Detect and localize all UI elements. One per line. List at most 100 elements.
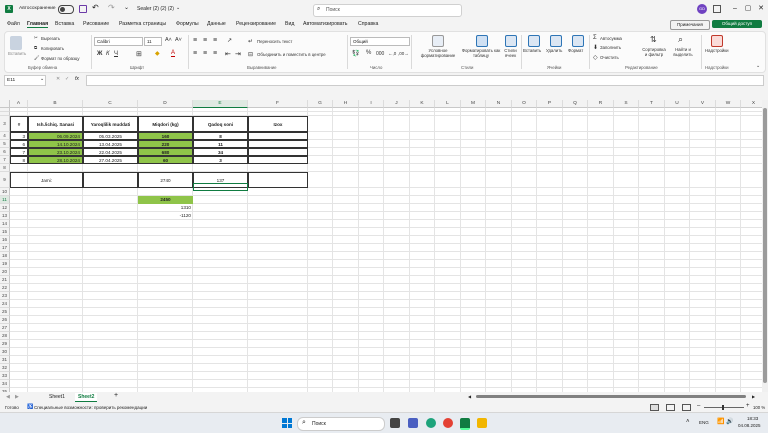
row-header-24[interactable]: 24 <box>0 300 10 308</box>
table-cell[interactable]: 8 <box>10 156 28 164</box>
table-cell[interactable] <box>248 132 308 140</box>
merge-center-button[interactable]: Объединить и поместить в центре <box>257 52 326 57</box>
row-header-26[interactable]: 26 <box>0 316 10 324</box>
column-header-i[interactable]: I <box>359 100 384 108</box>
row-header-16[interactable]: 16 <box>0 236 10 244</box>
autosave-toggle[interactable] <box>58 5 74 14</box>
format-painter-button[interactable]: Формат по образцу <box>41 56 80 61</box>
autosum-button[interactable]: Автосумма <box>600 36 622 41</box>
clock-date[interactable]: 04.08.2025 <box>738 423 761 428</box>
table-cell[interactable]: 6 <box>10 140 28 148</box>
confirm-entry-icon[interactable]: ✓ <box>65 76 69 82</box>
column-header-x[interactable]: X <box>741 100 762 108</box>
maximize-icon[interactable]: ▢ <box>741 4 755 14</box>
column-header-k[interactable]: K <box>410 100 435 108</box>
normal-view-icon[interactable] <box>650 404 659 411</box>
row-header-14[interactable]: 14 <box>0 220 10 228</box>
table-header-cell[interactable]: Ish./ichiq. Sanasi <box>28 116 83 132</box>
row-header-10[interactable]: 10 <box>0 188 10 196</box>
total-note-cell[interactable] <box>248 172 308 188</box>
table-cell[interactable]: 160 <box>138 132 193 140</box>
save-icon[interactable] <box>79 5 87 13</box>
select-all-corner[interactable] <box>0 100 10 108</box>
align-top-icon[interactable]: ≡ <box>193 37 197 44</box>
table-cell[interactable]: 8 <box>193 132 248 140</box>
insert-function-icon[interactable]: fx <box>75 76 79 82</box>
cancel-entry-icon[interactable]: ✕ <box>56 76 60 82</box>
column-header-n[interactable]: N <box>486 100 512 108</box>
table-cell[interactable]: 28.10.2024 <box>28 156 83 164</box>
table-cell[interactable]: 06.09.2024 <box>28 132 83 140</box>
quick-access-chevron-icon[interactable]: ⌄ <box>124 4 129 11</box>
align-middle-icon[interactable]: ≡ <box>203 37 207 44</box>
indent-increase-icon[interactable]: ⇥ <box>235 50 241 58</box>
column-header-q[interactable]: Q <box>563 100 588 108</box>
accounting-format-icon[interactable]: 💱 <box>352 50 359 57</box>
column-header-d[interactable]: D <box>138 100 193 108</box>
active-cell-outline[interactable] <box>193 183 248 191</box>
increase-decimal-icon[interactable]: ←,0 <box>388 51 396 56</box>
table-header-cell[interactable]: Izox <box>248 116 308 132</box>
format-cells-button[interactable]: Формат <box>568 48 583 53</box>
minimize-icon[interactable]: – <box>728 4 742 14</box>
comma-style-icon[interactable]: 000 <box>376 51 384 57</box>
row-header-9[interactable]: 9 <box>0 172 10 188</box>
cell-styles-button[interactable]: Стили ячеек <box>502 48 519 58</box>
row-header-6[interactable]: 6 <box>0 148 10 156</box>
total-label-cell[interactable]: Jami: <box>10 172 83 188</box>
zoom-in-icon[interactable]: + <box>746 403 750 409</box>
font-name-select[interactable]: Calibri <box>94 37 143 46</box>
orientation-icon[interactable]: ↗ <box>227 37 232 44</box>
column-header-m[interactable]: M <box>461 100 486 108</box>
tab-automate[interactable]: Автоматизировать <box>303 21 348 27</box>
d12-cell[interactable]: 2450 <box>138 196 193 204</box>
clear-button[interactable]: Очистить <box>600 55 619 60</box>
table-cell[interactable]: 34 <box>193 148 248 156</box>
clock-time[interactable]: 18:33 <box>747 416 758 421</box>
sheet-tab-sheet1[interactable]: Sheet1 <box>49 394 65 400</box>
undo-icon[interactable]: ↶ <box>92 3 99 12</box>
table-header-cell[interactable]: Qadoq soni <box>193 116 248 132</box>
total-empty-cell[interactable] <box>83 172 138 188</box>
table-cell[interactable]: 14.10.2024 <box>28 140 83 148</box>
comments-button[interactable]: Примечания <box>670 20 710 30</box>
table-cell[interactable]: 7 <box>10 148 28 156</box>
underline-button[interactable]: Ч <box>114 51 118 57</box>
redo-icon[interactable]: ↷ <box>108 3 115 12</box>
title-chevron-icon[interactable]: ⌄ <box>176 5 180 11</box>
formula-input[interactable] <box>86 75 764 86</box>
table-cell[interactable]: 05.03.2025 <box>83 132 138 140</box>
table-cell[interactable]: 680 <box>138 148 193 156</box>
network-icon[interactable]: 📶 <box>717 418 724 425</box>
table-cell[interactable] <box>248 140 308 148</box>
user-avatar[interactable]: GD <box>697 4 707 14</box>
collapse-ribbon-icon[interactable]: ⌄ <box>756 63 760 69</box>
table-header-cell[interactable]: Miqdori (kg) <box>138 116 193 132</box>
table-cell[interactable] <box>248 148 308 156</box>
column-header-v[interactable]: V <box>690 100 716 108</box>
font-color-icon[interactable]: A <box>171 50 176 57</box>
paste-icon[interactable] <box>10 36 22 50</box>
align-bottom-icon[interactable]: ≡ <box>213 37 217 44</box>
row-header-29[interactable]: 29 <box>0 340 10 348</box>
table-cell[interactable] <box>248 156 308 164</box>
column-header-b[interactable]: B <box>28 100 83 108</box>
app-icon-store[interactable] <box>390 418 400 428</box>
app-icon-excel[interactable] <box>460 418 470 430</box>
column-header-t[interactable]: T <box>639 100 665 108</box>
table-cell[interactable]: 60 <box>138 156 193 164</box>
row-header-28[interactable]: 28 <box>0 332 10 340</box>
table-cell[interactable]: 27.04.2025 <box>83 156 138 164</box>
prev-sheet-icon[interactable]: ◀ <box>6 394 10 400</box>
zoom-slider-thumb[interactable] <box>722 405 724 410</box>
tab-formulas[interactable]: Формулы <box>176 21 199 27</box>
cut-button[interactable]: Вырезать <box>41 36 60 41</box>
taskbar-search[interactable]: ⌕ Поиск <box>297 417 385 431</box>
row-header-8[interactable]: 8 <box>0 164 10 172</box>
sheet-tab-sheet2[interactable]: Sheet2 <box>75 393 98 402</box>
tab-view[interactable]: Вид <box>285 21 294 27</box>
row-header-25[interactable]: 25 <box>0 308 10 316</box>
tab-draw[interactable]: Рисование <box>83 21 109 27</box>
worksheet-grid[interactable]: ABCDEFGHIJKLMNOPQRSTUVWX 123456789101112… <box>0 100 762 392</box>
sort-filter-button[interactable]: Сортировка и фильтр <box>641 47 667 57</box>
